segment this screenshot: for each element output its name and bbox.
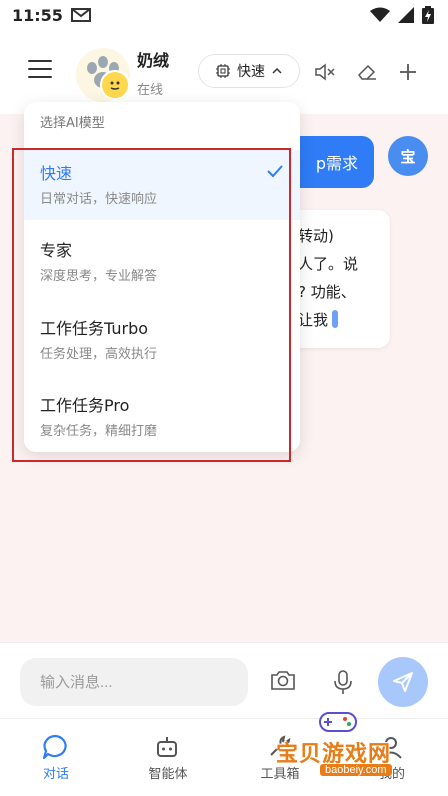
bot-mood-badge [100, 70, 130, 100]
bot-message-line: ? 功能、 [298, 283, 356, 301]
nav-item-label: 智能体 [148, 767, 188, 782]
bot-name: 奶绒 [137, 51, 170, 70]
model-option-desc: 日常对话，快速响应 [40, 192, 158, 207]
model-option-desc: 任务处理，高效执行 [40, 347, 158, 362]
bot-message-line: 转动) [298, 227, 334, 245]
nav-item-label: 对话 [42, 767, 69, 782]
menu-button[interactable] [28, 60, 52, 82]
model-option-name: 工作任务Turbo [40, 319, 149, 338]
watermark: 宝贝游戏网 baobeiy.com [266, 706, 426, 786]
status-time: 11:55 [12, 5, 63, 25]
model-selector-button[interactable]: 快速 [198, 54, 300, 88]
model-option-name: 快速 [40, 164, 73, 183]
chip-icon [216, 64, 230, 78]
status-bar: 11:55 [0, 0, 448, 30]
model-option-desc: 复杂任务，精细打磨 [40, 424, 158, 439]
message-input[interactable] [20, 658, 248, 706]
bot-online-status: 在线 [137, 83, 164, 98]
model-dropdown: 选择AI模型 快速 日常对话，快速响应 专家 深度思考，专业解答 工作任务Tur… [24, 102, 300, 452]
model-dropdown-title: 选择AI模型 [40, 116, 105, 131]
chat-bubble-icon [42, 734, 67, 760]
model-selector-label: 快速 [237, 64, 265, 80]
model-option-desc: 深度思考，专业解答 [40, 269, 158, 284]
robot-icon [157, 737, 177, 757]
model-option-name: 专家 [40, 241, 73, 260]
chevron-up-icon [272, 67, 282, 74]
nav-item-agents[interactable]: 智能体 [112, 719, 224, 796]
microphone-icon[interactable] [332, 669, 354, 695]
bot-message-line: 让我 [298, 310, 339, 330]
gamepad-icon [319, 712, 357, 732]
bot-message-line: 人了。说 [298, 255, 359, 273]
camera-icon[interactable] [270, 669, 296, 691]
send-icon [393, 672, 413, 692]
cell-signal-icon [398, 7, 414, 23]
user-avatar[interactable]: 宝 [388, 136, 428, 176]
watermark-url: baobeiy.com [320, 764, 392, 776]
model-option-name: 工作任务Pro [40, 396, 130, 415]
model-option-pro[interactable]: 工作任务Pro 复杂任务，精细打磨 [24, 382, 300, 452]
typing-cursor [332, 310, 339, 328]
wifi-icon [370, 7, 390, 22]
add-icon[interactable] [398, 62, 418, 82]
eraser-icon[interactable] [356, 62, 378, 82]
model-option-fast[interactable]: 快速 日常对话，快速响应 [24, 150, 300, 220]
mute-speaker-icon[interactable] [314, 62, 336, 82]
battery-icon [422, 6, 434, 24]
model-option-turbo[interactable]: 工作任务Turbo 任务处理，高效执行 [24, 305, 300, 375]
send-button[interactable] [378, 657, 428, 707]
nav-item-chat[interactable]: 对话 [0, 719, 112, 796]
mail-notification-icon [70, 8, 91, 22]
check-icon [267, 165, 283, 178]
model-option-expert[interactable]: 专家 深度思考，专业解答 [24, 227, 300, 297]
